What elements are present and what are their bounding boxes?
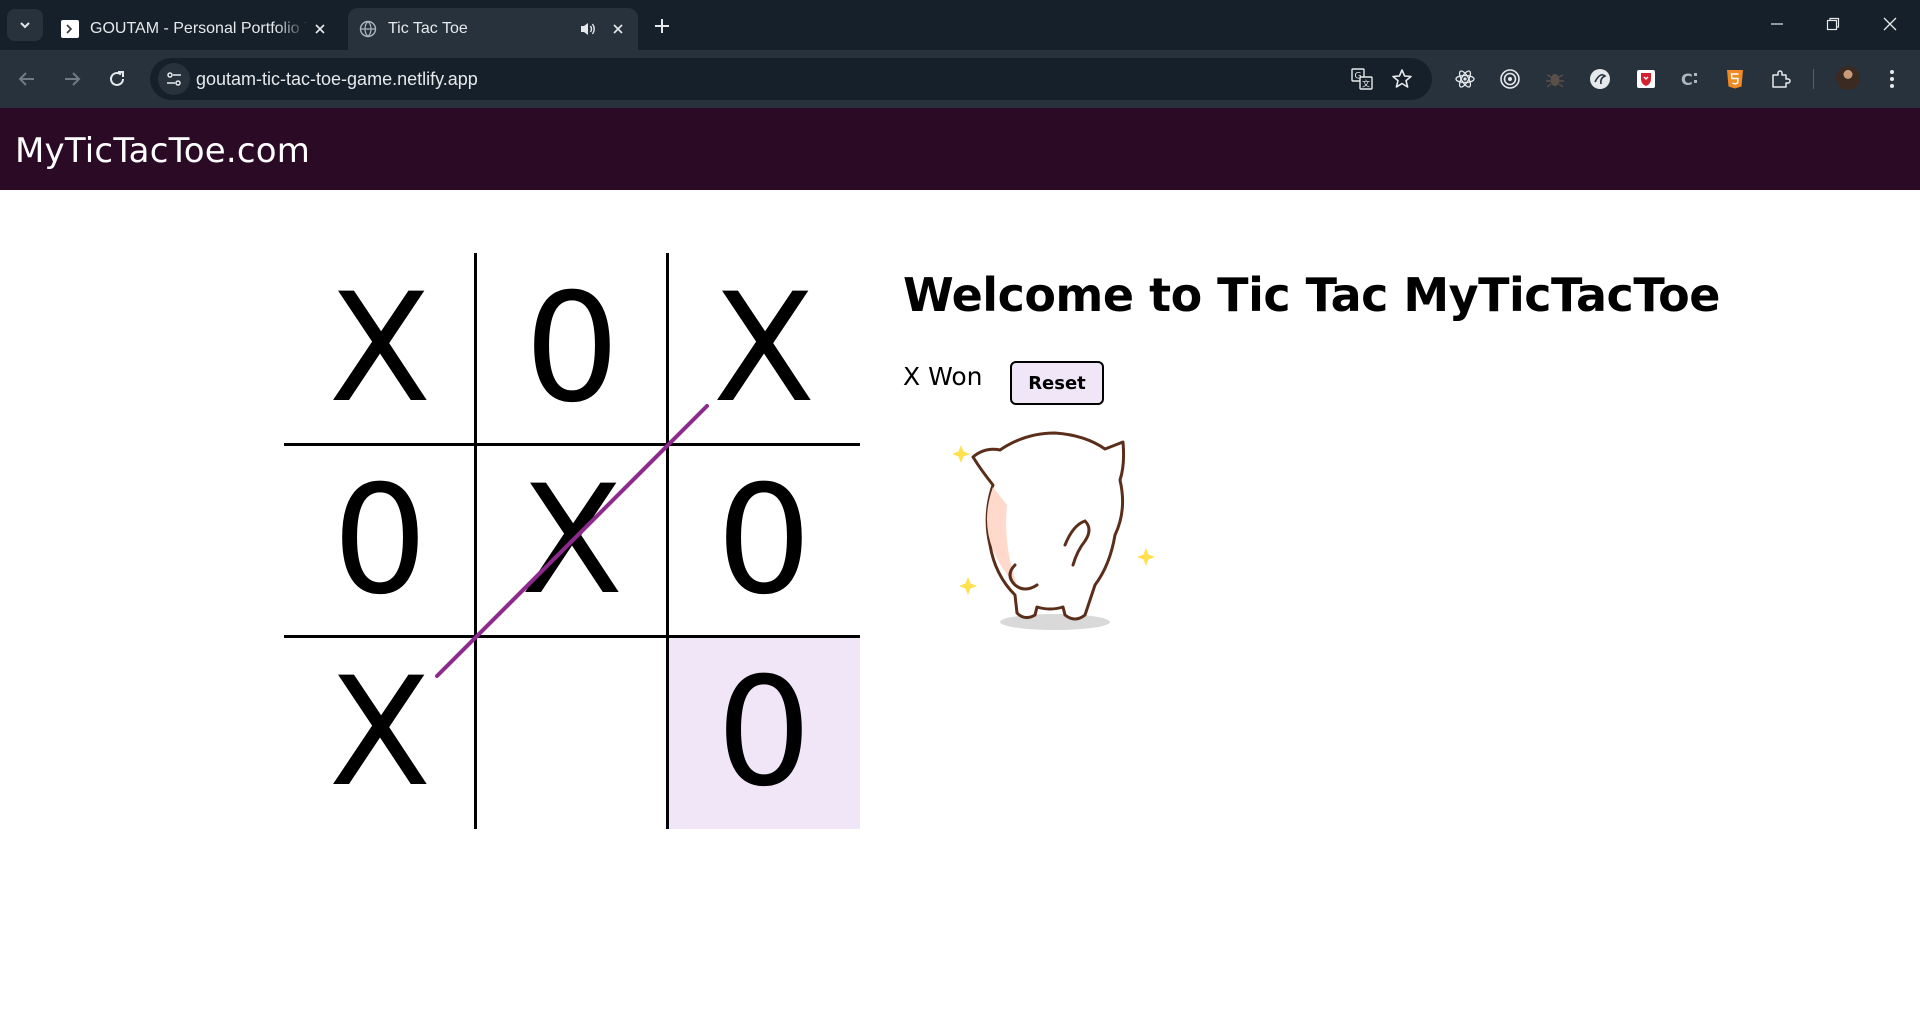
close-icon [1883, 17, 1897, 31]
speaker-icon[interactable] [576, 17, 600, 41]
board-cell[interactable]: X [284, 253, 476, 445]
globe-icon [358, 19, 378, 39]
puzzle-icon[interactable] [1767, 65, 1795, 93]
svg-text:文: 文 [1362, 79, 1370, 89]
tab-tic-tac-toe[interactable]: Tic Tac Toe [348, 8, 638, 50]
site-header: MyTicTacToe.com [0, 108, 1920, 190]
cat-mascot-image [952, 431, 1155, 630]
kebab-menu-icon[interactable] [1878, 65, 1906, 93]
reload-button[interactable] [101, 63, 133, 95]
board-cell[interactable] [476, 637, 668, 829]
swirl-extension-icon[interactable] [1586, 65, 1614, 93]
close-window-button[interactable] [1872, 8, 1908, 40]
shield-extension-icon[interactable] [1632, 65, 1660, 93]
chevron-down-icon [20, 22, 30, 29]
grid-line-vertical [666, 253, 669, 829]
portfolio-favicon-icon [60, 19, 80, 39]
plus-icon [655, 19, 669, 33]
back-button[interactable] [11, 63, 43, 95]
tab-portfolio[interactable]: GOUTAM - Personal Portfolio Te [50, 8, 340, 50]
game-status: X Won [903, 362, 983, 391]
react-devtools-icon[interactable] [1451, 65, 1479, 93]
html5-icon[interactable] [1721, 65, 1749, 93]
board-cell[interactable]: 0 [668, 445, 860, 637]
reset-button[interactable]: Reset [1010, 361, 1104, 405]
close-icon[interactable] [606, 17, 630, 41]
minimize-icon [1771, 23, 1783, 25]
address-bar[interactable]: goutam-tic-tac-toe-game.netlify.app G文 [150, 58, 1432, 100]
welcome-heading: Welcome to Tic Tac MyTicTacToe [903, 268, 1720, 322]
browser-tabstrip: GOUTAM - Personal Portfolio Te Tic Tac T… [0, 0, 1920, 50]
board-cell[interactable]: 0 [284, 445, 476, 637]
board-cell-highlighted[interactable]: 0 [668, 637, 860, 829]
board-cell[interactable]: X [476, 445, 668, 637]
star-icon[interactable] [1390, 67, 1414, 91]
avatar[interactable] [1834, 64, 1862, 92]
new-tab-button[interactable] [648, 12, 676, 40]
site-brand[interactable]: MyTicTacToe.com [15, 131, 310, 171]
reload-icon [110, 71, 124, 86]
board-cell[interactable]: X [284, 637, 476, 829]
arrow-right-icon [65, 72, 81, 86]
css-extension-icon[interactable]: C [1677, 65, 1705, 93]
forward-button[interactable] [56, 63, 88, 95]
close-icon[interactable] [308, 17, 332, 41]
bug-icon[interactable] [1541, 65, 1569, 93]
grid-line-horizontal [284, 635, 860, 638]
arrow-left-icon [18, 72, 34, 86]
minimize-button[interactable] [1759, 8, 1795, 40]
restore-icon [1826, 17, 1840, 31]
tab-search-button[interactable] [7, 9, 43, 41]
grid-line-vertical [474, 253, 477, 829]
tab-title: GOUTAM - Personal Portfolio Te [90, 20, 308, 37]
board-cell[interactable]: X [668, 253, 860, 445]
board-cell[interactable]: 0 [476, 253, 668, 445]
restore-button[interactable] [1815, 8, 1851, 40]
toolbar-divider [1813, 69, 1814, 89]
tab-title: Tic Tac Toe [388, 20, 468, 37]
svg-text:C: C [1681, 70, 1693, 89]
grid-line-horizontal [284, 443, 860, 446]
site-info-icon[interactable] [158, 63, 190, 95]
translate-icon[interactable]: G文 [1350, 67, 1374, 91]
browser-toolbar: goutam-tic-tac-toe-game.netlify.app G文 C [0, 50, 1920, 108]
target-icon[interactable] [1496, 65, 1524, 93]
game-board: X 0 X 0 X 0 X 0 [284, 253, 860, 829]
url-text: goutam-tic-tac-toe-game.netlify.app [196, 69, 478, 89]
